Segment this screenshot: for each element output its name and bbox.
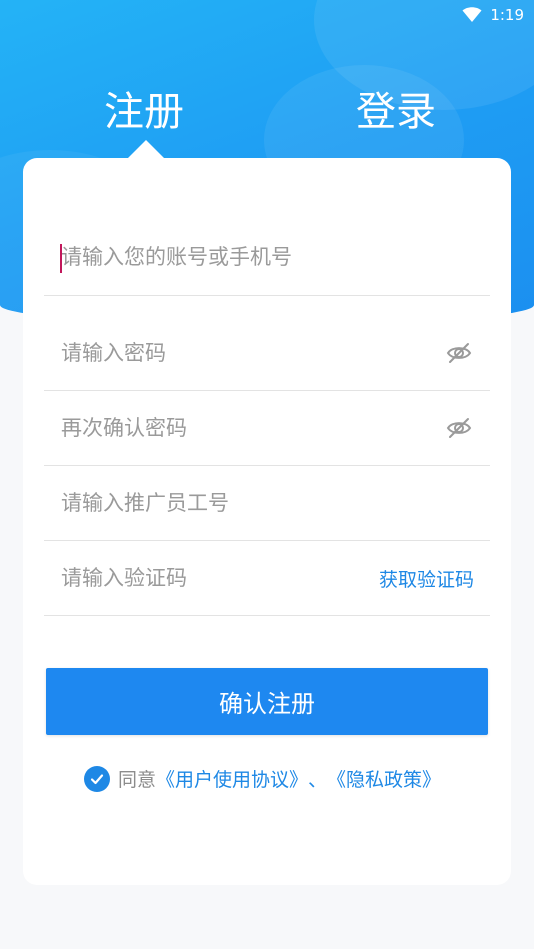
checkmark-icon xyxy=(90,773,104,784)
tab-register[interactable]: 注册 xyxy=(104,86,184,138)
verification-code-input[interactable] xyxy=(44,541,379,615)
tab-login[interactable]: 登录 xyxy=(356,86,436,138)
staff-id-field xyxy=(44,466,490,541)
active-tab-indicator xyxy=(127,140,165,159)
confirm-password-input[interactable] xyxy=(44,391,444,465)
password-field xyxy=(44,316,490,391)
account-input[interactable] xyxy=(44,218,490,295)
password-input[interactable] xyxy=(44,316,444,390)
agreement-separator: 、 xyxy=(308,769,328,791)
privacy-policy-link[interactable]: 《隐私政策》 xyxy=(327,765,441,792)
agreement-checkbox[interactable] xyxy=(84,765,110,792)
agreement-row: 同意 《用户使用协议》 、 《隐私政策》 xyxy=(84,765,441,792)
staff-id-input[interactable] xyxy=(44,466,490,540)
wifi-icon xyxy=(462,7,482,22)
confirm-password-field xyxy=(44,391,490,466)
text-cursor xyxy=(60,244,62,273)
user-agreement-link[interactable]: 《用户使用协议》 xyxy=(156,765,308,792)
eye-off-icon[interactable] xyxy=(444,413,474,443)
status-time: 1:19 xyxy=(490,6,524,24)
confirm-register-button[interactable]: 确认注册 xyxy=(46,668,488,735)
agreement-prefix: 同意 xyxy=(118,769,157,791)
account-field xyxy=(44,218,490,296)
status-bar: 1:19 xyxy=(462,4,524,26)
register-form-card: 获取验证码 确认注册 同意 《用户使用协议》 、 《隐私政策》 xyxy=(23,158,511,885)
get-code-button[interactable]: 获取验证码 xyxy=(379,565,474,592)
verification-code-field: 获取验证码 xyxy=(44,541,490,616)
eye-off-icon[interactable] xyxy=(444,338,474,368)
